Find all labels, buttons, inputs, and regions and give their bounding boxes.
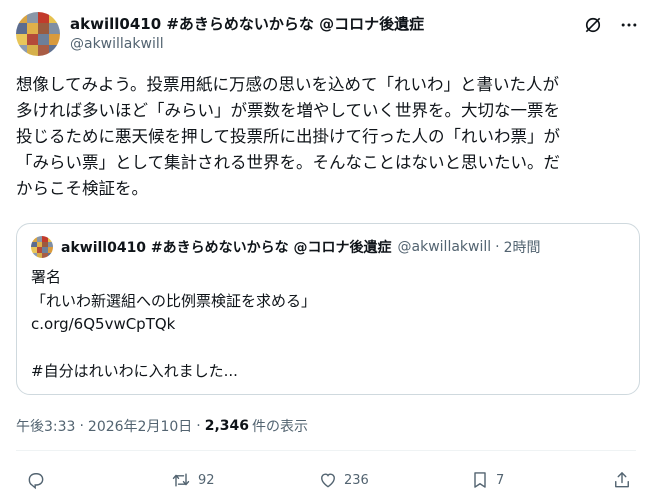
avatar-tile xyxy=(49,23,60,34)
tweet-detail: akwill0410 #あきらめないからな @コロナ後遺症 @akwillakw… xyxy=(0,0,652,504)
bookmark-icon xyxy=(470,470,490,490)
share-icon xyxy=(612,470,632,490)
grok-icon[interactable] xyxy=(582,14,604,36)
avatar-tile xyxy=(49,45,60,56)
avatar-tile xyxy=(27,12,38,23)
avatar-tile xyxy=(38,23,49,34)
tweet-text-line: からこそ検証を。 xyxy=(16,179,148,198)
tweet-text-line: 多ければ多いほど「みらい」が票数を増やしていく世界を。大切な一票を xyxy=(16,101,561,120)
divider xyxy=(16,450,636,451)
avatar-tile xyxy=(49,34,60,45)
retweet-button[interactable]: 92 xyxy=(170,470,215,490)
avatar-tile xyxy=(27,34,38,45)
bookmark-button[interactable]: 7 xyxy=(470,470,504,490)
views-label: 件の表示 xyxy=(252,419,309,435)
quoted-header: akwill0410 #あきらめないからな @コロナ後遺症 @akwillakw… xyxy=(61,237,541,257)
author-display-name[interactable]: akwill0410 #あきらめないからな @コロナ後遺症 xyxy=(70,13,424,34)
avatar-tile xyxy=(27,45,38,56)
reply-button[interactable] xyxy=(26,470,52,490)
quoted-hashtag[interactable]: #自分はれいわに入れました... xyxy=(31,360,316,384)
avatar-tile xyxy=(16,45,27,56)
post-time[interactable]: 午後3:33 xyxy=(16,416,75,436)
more-icon[interactable] xyxy=(618,14,640,36)
heart-icon xyxy=(318,470,338,490)
quoted-link[interactable]: c.org/6Q5vwCpTQk xyxy=(31,313,316,337)
quoted-dot: · xyxy=(495,239,500,255)
meta-dot: · xyxy=(196,418,201,434)
views-count: 2,346 xyxy=(204,418,250,434)
avatar-tile xyxy=(38,34,49,45)
avatar-tile xyxy=(16,12,27,23)
tweet-text-line: 「みらい票」として集計される世界を。そんなことはないと思いたい。だ xyxy=(16,153,561,172)
avatar[interactable] xyxy=(16,12,60,56)
bookmark-count: 7 xyxy=(496,472,505,488)
avatar-tile xyxy=(16,34,27,45)
avatar-tile xyxy=(47,252,53,258)
post-date[interactable]: 2026年2月10日 xyxy=(88,416,192,436)
tweet-text-line: 投じるために悪天候を押して投票所に出掛けて行った人の「れいわ票」が xyxy=(16,127,561,146)
quoted-text-line: 「れいわ新選組への比例票検証を求める」 xyxy=(31,291,317,310)
author-handle[interactable]: @akwillakwill xyxy=(70,36,164,52)
quoted-text: 署名 「れいわ新選組への比例票検証を求める」 c.org/6Q5vwCpTQk … xyxy=(31,266,316,384)
header-actions xyxy=(582,14,640,36)
action-bar: 92 236 7 xyxy=(16,470,636,496)
avatar-tile xyxy=(38,45,49,56)
avatar-tile xyxy=(38,12,49,23)
author-name-row: akwill0410 #あきらめないからな @コロナ後遺症 xyxy=(70,13,424,33)
like-count: 236 xyxy=(344,472,369,488)
tweet-meta: 午後3:33 · 2026年2月10日 · 2,346 件の表示 xyxy=(16,416,308,436)
like-button[interactable]: 236 xyxy=(318,470,369,490)
share-button[interactable] xyxy=(612,470,632,490)
quoted-tweet[interactable]: akwill0410 #あきらめないからな @コロナ後遺症 @akwillakw… xyxy=(16,223,640,395)
retweet-icon xyxy=(170,470,192,490)
quoted-avatar xyxy=(31,236,53,258)
retweet-count: 92 xyxy=(198,472,215,488)
avatar-tile xyxy=(27,23,38,34)
tweet-text: 想像してみよう。投票用紙に万感の思いを込めて「れいわ」と書いた人が 多ければ多い… xyxy=(16,72,640,202)
avatar-tile xyxy=(49,12,60,23)
avatar-tile xyxy=(16,23,27,34)
quoted-text-line: 署名 xyxy=(31,268,62,286)
quoted-display-name: akwill0410 #あきらめないからな @コロナ後遺症 xyxy=(61,240,392,256)
tweet-text-line: 想像してみよう。投票用紙に万感の思いを込めて「れいわ」と書いた人が xyxy=(16,75,560,94)
quoted-text-line xyxy=(31,337,316,361)
meta-dot: · xyxy=(79,418,84,434)
quoted-handle: @akwillakwill xyxy=(397,239,492,255)
quoted-time: 2時間 xyxy=(503,240,541,256)
reply-icon xyxy=(26,470,46,490)
